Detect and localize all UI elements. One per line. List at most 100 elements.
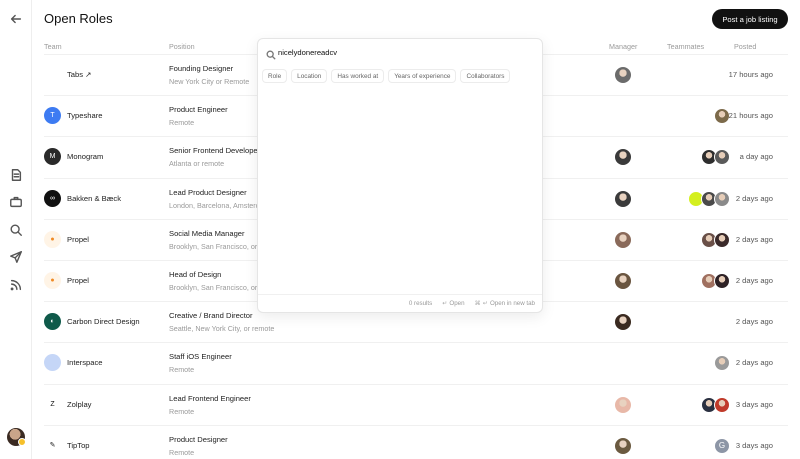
column-header-team[interactable]: Team	[44, 42, 62, 51]
column-header-position[interactable]: Position	[169, 42, 195, 51]
filter-years-of-experience[interactable]: Years of experience	[388, 69, 457, 83]
teammate-avatar[interactable]	[714, 231, 730, 248]
table-row[interactable]: Z Zolplay Lead Frontend Engineer Remote 3 da…	[44, 383, 788, 425]
posted-time: 2 days ago	[735, 193, 773, 203]
posted-time: 21 hours ago	[728, 111, 773, 121]
company-name[interactable]: Monogram	[67, 152, 103, 161]
teammate-avatar[interactable]: G	[714, 437, 730, 454]
post-job-button[interactable]: Post a job listing	[712, 9, 788, 29]
search-filters: Role Location Has worked at Years of exp…	[262, 69, 511, 83]
notes-icon[interactable]	[8, 167, 24, 183]
back-arrow-icon[interactable]	[8, 11, 24, 27]
filter-role[interactable]: Role	[262, 69, 288, 83]
search-input[interactable]	[278, 45, 528, 59]
open-hint: ↵ Open	[442, 300, 465, 307]
position-location: London, Barcelona, Amsterdam	[169, 200, 270, 210]
teammate-avatar[interactable]	[714, 273, 730, 289]
position-location: Remote	[169, 406, 195, 416]
position-location: Remote	[169, 365, 195, 375]
status-badge	[18, 438, 26, 446]
filter-has-worked-at[interactable]: Has worked at	[331, 69, 385, 83]
manager-avatar[interactable]	[615, 67, 631, 83]
manager-avatar[interactable]	[615, 273, 631, 289]
briefcase-icon[interactable]	[8, 194, 24, 210]
company-logo-icon: Z	[44, 395, 61, 413]
open-new-tab-hint: ⌘ ↵ Open in new tab	[474, 300, 535, 307]
position-location: Remote	[169, 447, 195, 457]
teammate-avatar[interactable]	[714, 190, 730, 207]
company-logo-icon: ✎	[44, 436, 61, 454]
company-name[interactable]: Carbon Direct Design	[67, 317, 140, 326]
page-title: Open Roles	[44, 11, 113, 26]
teammates-group	[664, 149, 734, 166]
column-header-manager[interactable]: Manager	[609, 42, 637, 51]
position-title[interactable]: Creative / Brand Director	[169, 311, 253, 320]
column-header-teammates[interactable]: Teammates	[667, 42, 704, 51]
company-name[interactable]: Interspace	[67, 358, 102, 367]
position-title[interactable]: Social Media Manager	[169, 229, 245, 238]
company-logo-icon: M	[44, 148, 61, 166]
filter-collaborators[interactable]: Collaborators	[460, 69, 511, 83]
position-title[interactable]: Lead Product Designer	[169, 188, 247, 197]
column-header-posted[interactable]: Posted	[734, 42, 756, 51]
teammates-group	[664, 314, 734, 330]
manager-avatar[interactable]	[615, 396, 631, 413]
posted-time: a day ago	[739, 152, 773, 162]
posted-time: 2 days ago	[735, 276, 773, 285]
posted-time: 2 days ago	[735, 358, 773, 368]
position-location: New York City or Remote	[169, 77, 250, 86]
enter-key-icon: ↵	[442, 300, 448, 307]
teammates-group	[664, 231, 734, 248]
manager-avatar[interactable]	[615, 190, 631, 207]
table-row[interactable]: ✎ TipTop Product Designer Remote G 3 days ago	[44, 424, 788, 459]
position-title[interactable]: Head of Design	[169, 270, 221, 279]
position-location: Remote	[169, 118, 195, 128]
cmd-key-icon: ⌘	[474, 300, 481, 307]
send-icon[interactable]	[8, 249, 24, 265]
teammate-avatar[interactable]	[714, 396, 730, 413]
position-location: Seattle, New York City, or remote	[169, 324, 275, 334]
posted-time: 17 hours ago	[728, 70, 773, 79]
filter-location[interactable]: Location	[291, 69, 328, 83]
search-icon	[266, 47, 276, 60]
posted-time: 2 days ago	[735, 317, 773, 327]
manager-avatar[interactable]	[615, 437, 631, 454]
position-title[interactable]: Product Engineer	[169, 105, 228, 114]
company-name[interactable]: Tabs ↗	[67, 70, 92, 79]
teammates-group	[664, 108, 734, 125]
teammates-group	[664, 355, 734, 372]
posted-time: 2 days ago	[735, 234, 773, 244]
search-footer: 0 results ↵ Open ⌘ ↵ Open in new tab	[258, 294, 542, 312]
company-logo-icon: ●	[44, 272, 61, 289]
company-name[interactable]: Zolplay	[67, 400, 91, 409]
sidebar	[0, 0, 32, 459]
manager-avatar[interactable]	[615, 149, 631, 166]
teammates-group	[664, 67, 734, 83]
position-title[interactable]: Senior Frontend Developer	[169, 146, 260, 155]
teammate-avatar[interactable]	[714, 108, 730, 125]
table-row[interactable]: Interspace Staff iOS Engineer Remote 2 days…	[44, 342, 788, 383]
manager-avatar[interactable]	[615, 314, 631, 331]
teammate-avatar[interactable]	[714, 355, 730, 372]
company-logo-icon: ∞	[44, 189, 61, 207]
company-name[interactable]: TipTop	[67, 441, 90, 450]
company-logo-icon: T	[44, 107, 61, 125]
position-title[interactable]: Product Designer	[169, 435, 228, 444]
teammates-group	[664, 190, 734, 207]
posted-time: 3 days ago	[735, 399, 773, 409]
manager-avatar[interactable]	[615, 231, 631, 248]
teammates-group: G	[664, 437, 734, 454]
company-name[interactable]: Typeshare	[67, 111, 102, 120]
rss-icon[interactable]	[8, 277, 24, 293]
position-title[interactable]: Founding Designer	[169, 64, 233, 73]
company-logo-icon	[44, 354, 61, 372]
company-name[interactable]: Bakken & Bæck	[67, 194, 121, 203]
position-title[interactable]: Staff iOS Engineer	[169, 352, 232, 361]
position-title[interactable]: Lead Frontend Engineer	[169, 394, 251, 403]
teammate-avatar[interactable]	[714, 149, 730, 166]
company-name[interactable]: Propel	[67, 276, 89, 285]
search-icon[interactable]	[8, 222, 24, 238]
company-name[interactable]: Propel	[67, 235, 89, 244]
company-logo-icon	[44, 66, 61, 83]
search-modal: Role Location Has worked at Years of exp…	[257, 38, 543, 313]
